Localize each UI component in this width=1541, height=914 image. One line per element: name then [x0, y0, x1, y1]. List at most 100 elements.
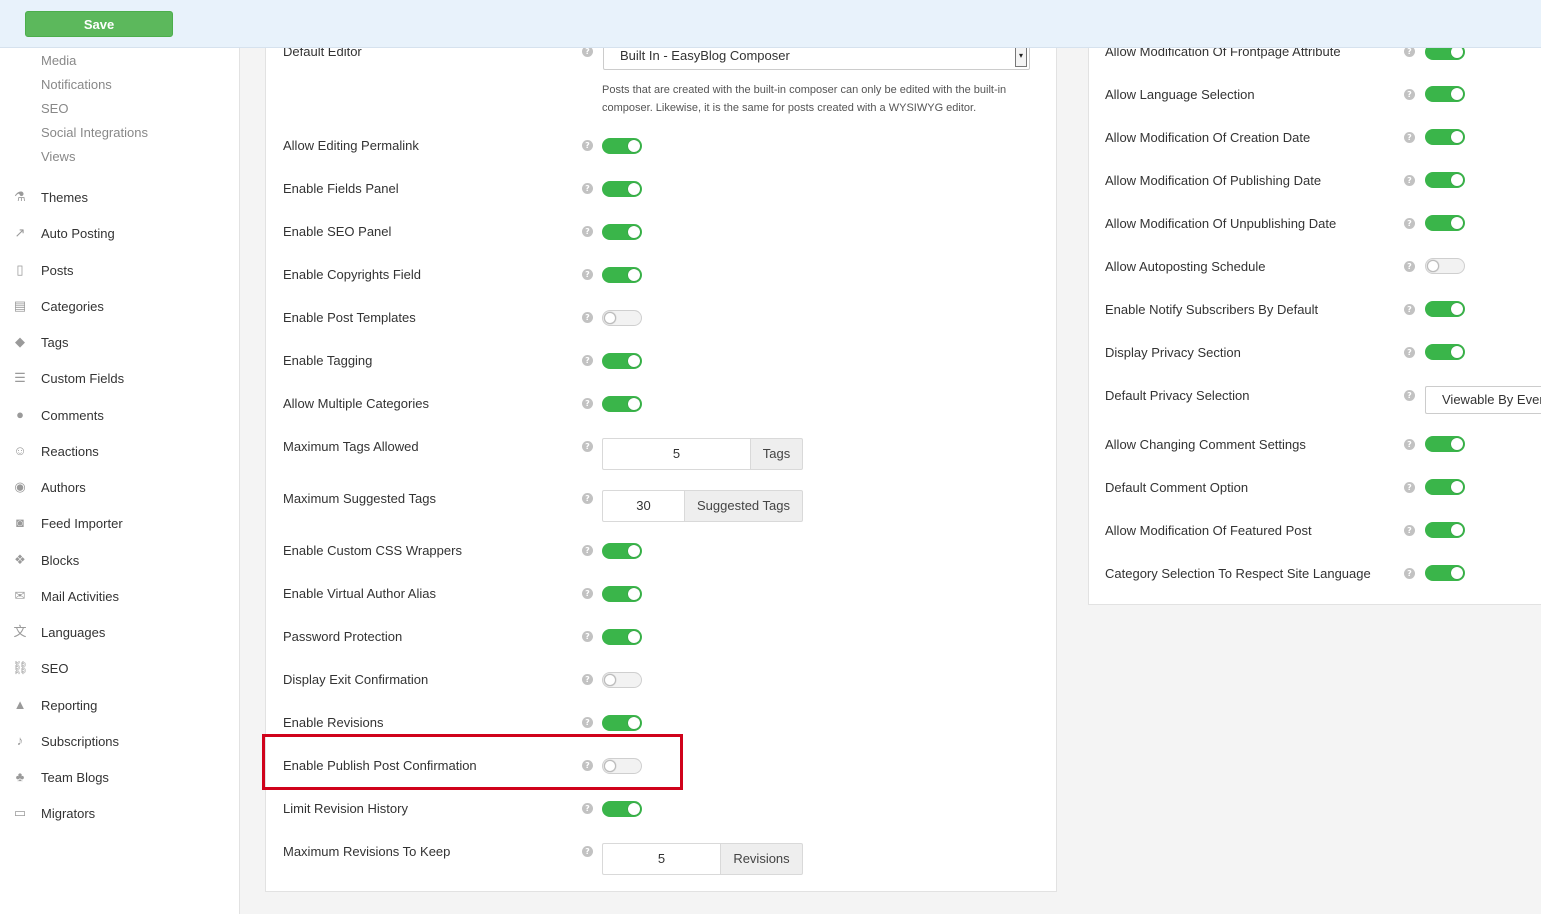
- toggle-enable-custom-css-wrappers[interactable]: [602, 543, 642, 559]
- sidebar-item-mail-activities[interactable]: ✉ Mail Activities: [0, 584, 239, 608]
- sidebar-item-label: Reporting: [41, 697, 98, 713]
- sidebar-item-label: Comments: [41, 407, 104, 423]
- help-icon[interactable]: ?: [1404, 89, 1415, 100]
- toggle-display-privacy-section[interactable]: [1425, 344, 1465, 360]
- sidebar-item-auto-posting[interactable]: ↗ Auto Posting: [0, 221, 239, 245]
- sidebar-item-themes[interactable]: ⚗ Themes: [0, 185, 239, 209]
- help-icon[interactable]: ?: [1404, 439, 1415, 450]
- sidebar-item-label: Migrators: [41, 805, 96, 821]
- toggle-allow-editing-permalink[interactable]: [602, 138, 642, 154]
- toggle-allow-autoposting-schedule[interactable]: [1425, 258, 1465, 274]
- help-icon[interactable]: ?: [582, 846, 593, 857]
- save-button[interactable]: Save: [25, 11, 173, 37]
- setting-label-enable-copyrights-field: Enable Copyrights Field: [283, 267, 422, 282]
- help-icon[interactable]: ?: [582, 226, 593, 237]
- help-icon[interactable]: ?: [1404, 525, 1415, 536]
- help-icon[interactable]: ?: [1404, 347, 1415, 358]
- sidebar-subitem-views[interactable]: Views: [41, 149, 75, 164]
- help-icon[interactable]: ?: [582, 140, 593, 151]
- help-icon[interactable]: ?: [1404, 390, 1415, 401]
- help-icon[interactable]: ?: [582, 398, 593, 409]
- share-icon: ↗: [14, 225, 26, 240]
- cubes-icon: ❖: [14, 552, 26, 567]
- setting-label-enable-notify-subscribers: Enable Notify Subscribers By Default: [1105, 302, 1319, 317]
- help-icon[interactable]: ?: [582, 355, 593, 366]
- help-icon[interactable]: ?: [582, 269, 593, 280]
- setting-label-allow-language-selection: Allow Language Selection: [1105, 87, 1255, 102]
- maximum-revisions-input[interactable]: 5: [602, 843, 720, 875]
- help-icon[interactable]: ?: [1404, 304, 1415, 315]
- help-icon[interactable]: ?: [582, 493, 593, 504]
- sidebar-item-team-blogs[interactable]: ♣ Team Blogs: [0, 765, 239, 789]
- toggle-enable-copyrights-field[interactable]: [602, 267, 642, 283]
- maximum-suggested-tags-input[interactable]: 30: [602, 490, 684, 522]
- help-icon[interactable]: ?: [582, 588, 593, 599]
- toggle-enable-tagging[interactable]: [602, 353, 642, 369]
- help-icon[interactable]: ?: [582, 760, 593, 771]
- sidebar-item-migrators[interactable]: ▭ Migrators: [0, 801, 239, 825]
- sidebar-subitem-seo[interactable]: SEO: [41, 101, 68, 116]
- toggle-password-protection[interactable]: [602, 629, 642, 645]
- help-icon[interactable]: ?: [582, 631, 593, 642]
- sidebar-subitem-media[interactable]: Media: [41, 53, 76, 68]
- help-icon[interactable]: ?: [1404, 482, 1415, 493]
- toggle-default-comment-option[interactable]: [1425, 479, 1465, 495]
- toggle-allow-modification-creation-date[interactable]: [1425, 129, 1465, 145]
- toggle-enable-revisions[interactable]: [602, 715, 642, 731]
- toggle-allow-changing-comment-settings[interactable]: [1425, 436, 1465, 452]
- sidebar-item-seo[interactable]: ⛓ SEO: [0, 656, 239, 680]
- maximum-tags-input[interactable]: 5: [602, 438, 750, 470]
- toggle-display-exit-confirmation[interactable]: [602, 672, 642, 688]
- help-icon[interactable]: ?: [582, 717, 593, 728]
- sidebar-item-tags[interactable]: ◆ Tags: [0, 330, 239, 354]
- setting-label-enable-tagging: Enable Tagging: [283, 353, 373, 368]
- tags-icon: ◆: [15, 334, 25, 349]
- help-icon[interactable]: ?: [1404, 218, 1415, 229]
- help-icon[interactable]: ?: [582, 312, 593, 323]
- sidebar-item-comments[interactable]: ● Comments: [0, 403, 239, 427]
- help-icon[interactable]: ?: [1404, 568, 1415, 579]
- setting-label-enable-fields-panel: Enable Fields Panel: [283, 181, 399, 196]
- help-icon[interactable]: ?: [582, 803, 593, 814]
- toggle-allow-modification-unpublishing-date[interactable]: [1425, 215, 1465, 231]
- toggle-allow-multiple-categories[interactable]: [602, 396, 642, 412]
- sidebar-item-authors[interactable]: ◉ Authors: [0, 475, 239, 499]
- sidebar-item-reactions[interactable]: ☺ Reactions: [0, 439, 239, 463]
- toggle-enable-post-templates[interactable]: [602, 310, 642, 326]
- setting-label-maximum-revisions-to-keep: Maximum Revisions To Keep: [283, 844, 451, 859]
- sidebar-item-languages[interactable]: 文 Languages: [0, 620, 239, 644]
- maximum-revisions-input-group: 5 Revisions: [602, 843, 803, 875]
- toggle-enable-notify-subscribers[interactable]: [1425, 301, 1465, 317]
- file-icon: ▯: [16, 262, 24, 277]
- help-icon[interactable]: ?: [582, 183, 593, 194]
- toggle-allow-language-selection[interactable]: [1425, 86, 1465, 102]
- toggle-allow-modification-featured-post[interactable]: [1425, 522, 1465, 538]
- help-icon[interactable]: ?: [1404, 261, 1415, 272]
- help-icon[interactable]: ?: [1404, 175, 1415, 186]
- toggle-allow-modification-publishing-date[interactable]: [1425, 172, 1465, 188]
- toggle-limit-revision-history[interactable]: [602, 801, 642, 817]
- sidebar-item-subscriptions[interactable]: ♪ Subscriptions: [0, 729, 239, 753]
- help-icon[interactable]: ?: [582, 441, 593, 452]
- toggle-category-selection-respect-language[interactable]: [1425, 565, 1465, 581]
- sidebar-item-reporting[interactable]: ▲ Reporting: [0, 693, 239, 717]
- chevron-down-icon: ▾: [1015, 45, 1027, 67]
- help-icon[interactable]: ?: [1404, 132, 1415, 143]
- default-privacy-select[interactable]: Viewable By Everyone: [1425, 386, 1541, 414]
- setting-label-enable-publish-post-confirmation: Enable Publish Post Confirmation: [283, 758, 477, 773]
- sidebar-subitem-social-integrations[interactable]: Social Integrations: [41, 125, 148, 140]
- help-icon[interactable]: ?: [582, 674, 593, 685]
- toggle-enable-fields-panel[interactable]: [602, 181, 642, 197]
- sidebar-item-label: Authors: [41, 479, 86, 495]
- sidebar-item-label: Feed Importer: [41, 515, 123, 531]
- help-icon[interactable]: ?: [582, 545, 593, 556]
- sidebar-subitem-notifications[interactable]: Notifications: [41, 77, 112, 92]
- toggle-enable-publish-post-confirmation[interactable]: [602, 758, 642, 774]
- toggle-enable-seo-panel[interactable]: [602, 224, 642, 240]
- sidebar-item-feed-importer[interactable]: ◙ Feed Importer: [0, 511, 239, 535]
- sidebar-item-posts[interactable]: ▯ Posts: [0, 258, 239, 282]
- sidebar-item-blocks[interactable]: ❖ Blocks: [0, 548, 239, 572]
- toggle-enable-virtual-author-alias[interactable]: [602, 586, 642, 602]
- sidebar-item-custom-fields[interactable]: ☰ Custom Fields: [0, 366, 239, 390]
- sidebar-item-categories[interactable]: ▤ Categories: [0, 294, 239, 318]
